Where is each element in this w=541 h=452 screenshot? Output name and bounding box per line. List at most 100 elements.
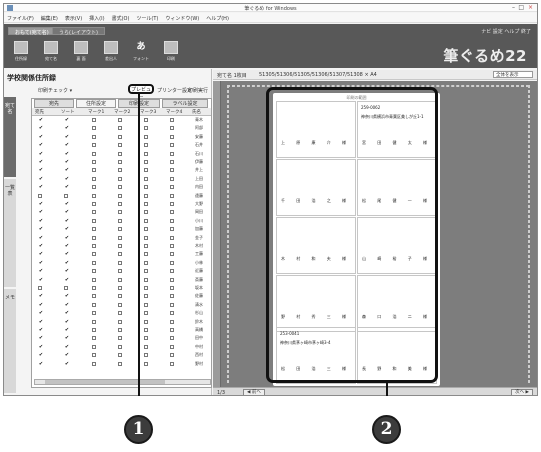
checkmark-icon[interactable]: ✔ xyxy=(38,226,44,232)
checkbox[interactable] xyxy=(170,277,174,282)
tool-back-side[interactable]: 裏 面 xyxy=(68,41,94,62)
checkbox[interactable] xyxy=(118,252,122,257)
checkbox[interactable] xyxy=(170,260,174,265)
checkmark-icon[interactable]: ✔ xyxy=(64,352,70,358)
checkmark-icon[interactable]: ✔ xyxy=(64,293,70,299)
checkmark-icon[interactable]: ✔ xyxy=(64,327,70,333)
checkmark-icon[interactable]: ✔ xyxy=(64,167,70,173)
col-sort[interactable]: ソート xyxy=(61,109,75,115)
checkbox[interactable] xyxy=(118,353,122,358)
checkmark-icon[interactable]: ✔ xyxy=(64,209,70,215)
checkbox[interactable] xyxy=(144,269,148,274)
checkbox[interactable] xyxy=(64,193,68,198)
col-mark2[interactable]: マーク2 xyxy=(114,109,130,115)
checkmark-icon[interactable]: ✔ xyxy=(64,260,70,266)
tool-font[interactable]: あフォント xyxy=(128,41,154,62)
printer-settings-button[interactable]: プリンター設定 xyxy=(157,87,192,94)
menu-edit[interactable]: 編集(E) xyxy=(38,13,62,22)
checkbox[interactable] xyxy=(170,344,174,349)
checkbox[interactable] xyxy=(92,328,96,332)
checkmark-icon[interactable]: ✔ xyxy=(38,151,44,157)
checkmark-icon[interactable]: ✔ xyxy=(38,335,44,341)
checkmark-icon[interactable]: ✔ xyxy=(38,361,44,367)
table-row[interactable]: ✔ ✔ 木村 xyxy=(32,243,211,249)
vtab-list[interactable]: 一覧表 xyxy=(4,179,16,287)
checkbox[interactable] xyxy=(118,269,122,274)
horizontal-scrollbar[interactable] xyxy=(34,379,211,385)
checkmark-icon[interactable]: ✔ xyxy=(38,125,44,131)
table-row[interactable]: ✔ ✔ 西村 xyxy=(32,352,211,358)
checkmark-icon[interactable]: ✔ xyxy=(38,142,44,148)
close-button[interactable]: × xyxy=(528,5,533,11)
table-row[interactable]: ✔ ✔ 青木 xyxy=(32,117,211,123)
ribbon-shortcuts[interactable]: ナビ 設定 ヘルプ 終了 xyxy=(481,28,531,35)
checkbox[interactable] xyxy=(118,176,122,181)
checkbox[interactable] xyxy=(92,143,96,148)
checkbox[interactable] xyxy=(144,134,148,139)
table-row[interactable]: 坂本 xyxy=(32,285,211,291)
menu-tools[interactable]: ツール(T) xyxy=(133,13,162,22)
table-row[interactable]: ✔ ✔ 大野 xyxy=(32,201,211,207)
checkbox[interactable] xyxy=(92,353,96,358)
checkbox[interactable] xyxy=(118,185,122,190)
checkbox[interactable] xyxy=(92,126,96,131)
checkbox[interactable] xyxy=(144,218,148,223)
table-row[interactable]: ✔ ✔ 伊藤 xyxy=(32,159,211,165)
checkbox[interactable] xyxy=(92,302,96,307)
checkbox[interactable] xyxy=(144,185,148,190)
checkbox[interactable] xyxy=(92,344,96,349)
table-row[interactable]: ✔ ✔ 内田 xyxy=(32,184,211,190)
checkmark-icon[interactable]: ✔ xyxy=(64,184,70,190)
checkbox[interactable] xyxy=(92,118,96,122)
checkbox[interactable] xyxy=(92,235,96,240)
checkbox[interactable] xyxy=(118,319,122,324)
checkbox[interactable] xyxy=(170,134,174,139)
next-page-button[interactable]: 次へ ▶ xyxy=(511,389,533,395)
checkbox[interactable] xyxy=(144,311,148,316)
checkbox[interactable] xyxy=(118,227,122,232)
checkbox[interactable] xyxy=(92,277,96,282)
checkbox[interactable] xyxy=(170,244,174,248)
checkbox[interactable] xyxy=(170,118,174,122)
menu-window[interactable]: ウィンドウ(W) xyxy=(162,13,203,22)
checkbox[interactable] xyxy=(144,294,148,299)
checkbox[interactable] xyxy=(92,336,96,341)
checkmark-icon[interactable]: ✔ xyxy=(64,310,70,316)
checkbox[interactable] xyxy=(92,260,96,265)
checkmark-icon[interactable]: ✔ xyxy=(64,142,70,148)
checkbox[interactable] xyxy=(144,176,148,181)
table-row[interactable]: ✔ ✔ 阿部 xyxy=(32,125,211,131)
checkbox[interactable] xyxy=(118,286,122,290)
checkbox[interactable] xyxy=(118,336,122,341)
checkbox[interactable] xyxy=(170,126,174,131)
checkbox[interactable] xyxy=(118,202,122,206)
checkbox[interactable] xyxy=(170,328,174,332)
tool-sender[interactable]: 差出人 xyxy=(98,41,124,62)
checkbox[interactable] xyxy=(170,176,174,181)
table-row[interactable]: ✔ ✔ 小川 xyxy=(32,218,211,224)
checkmark-icon[interactable]: ✔ xyxy=(38,243,44,249)
col-name[interactable]: 氏名 xyxy=(192,109,201,115)
checkmark-icon[interactable]: ✔ xyxy=(38,327,44,333)
checkmark-icon[interactable]: ✔ xyxy=(38,117,44,123)
checkbox[interactable] xyxy=(144,244,148,248)
checkmark-icon[interactable]: ✔ xyxy=(38,352,44,358)
checkmark-icon[interactable]: ✔ xyxy=(64,235,70,241)
checkbox[interactable] xyxy=(144,319,148,324)
checkbox[interactable] xyxy=(144,210,148,215)
checkmark-icon[interactable]: ✔ xyxy=(64,319,70,325)
checkbox[interactable] xyxy=(170,269,174,274)
checkbox[interactable] xyxy=(118,118,122,122)
checkbox[interactable] xyxy=(144,235,148,240)
checkmark-icon[interactable]: ✔ xyxy=(38,260,44,266)
checkbox[interactable] xyxy=(144,361,148,366)
checkbox[interactable] xyxy=(170,210,174,215)
table-row[interactable]: ✔ ✔ 金子 xyxy=(32,235,211,241)
checkbox[interactable] xyxy=(144,160,148,164)
menu-help[interactable]: ヘルプ(H) xyxy=(203,13,233,22)
checkbox[interactable] xyxy=(118,134,122,139)
table-row[interactable]: ✔ ✔ 杉山 xyxy=(32,310,211,316)
vtab-memo[interactable]: メモ xyxy=(4,289,16,393)
checkmark-icon[interactable]: ✔ xyxy=(64,117,70,123)
checkbox[interactable] xyxy=(170,252,174,257)
